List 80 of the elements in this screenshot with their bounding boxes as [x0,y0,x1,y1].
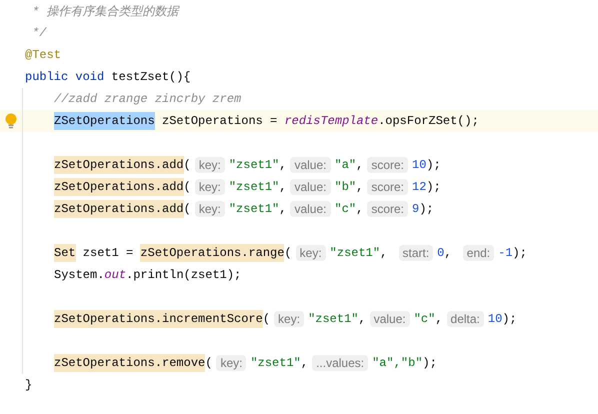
string-literal: "zset1" [228,158,280,172]
highlighted-usage: zSetOperations.add [54,178,184,196]
code-text: , [444,246,453,260]
code-text: ); [422,356,437,370]
code-text: .println(zset1); [126,268,242,282]
parameter-hint: key: [274,311,304,327]
parameter-hint: value: [290,201,330,217]
code-text: ); [426,180,441,194]
code-text: , [356,158,364,172]
code-text: ( [284,246,292,260]
parameter-hint: key: [194,201,225,217]
code-text: } [25,378,32,392]
parameter-hint: ...values: [312,355,368,371]
code-text: ( [184,158,191,172]
highlighted-usage: zSetOperations.remove [54,354,206,372]
parameter-hint: start: [398,245,434,261]
highlighted-usage: zSetOperations.incrementScore [54,310,263,328]
string-literal: "zset1" [228,180,280,194]
code-text: , [356,202,364,216]
field-name: out [104,268,126,282]
code-text: ( [205,356,212,370]
number-literal: 9 [412,202,420,216]
code-text: ); [502,312,517,326]
code-comment: */ [32,26,46,40]
code-text: ); [426,158,441,172]
string-literal: "zset1" [250,356,301,370]
highlighted-usage: Set [54,244,76,262]
highlighted-usage: zSetOperations.add [54,156,184,174]
parameter-hint: delta: [446,311,484,327]
highlighted-usage: zSetOperations.add [54,200,184,218]
code-text: zset1 = [82,246,134,260]
code-comment: //zadd zrange zincrby zrem [54,92,242,106]
code-text: , [380,246,388,260]
code-text: .opsForZSet(); [378,114,479,128]
code-text: , [300,356,308,370]
parameter-hint: value: [370,311,410,327]
code-text: zSetOperations = [161,114,278,128]
code-text: ( [262,312,270,326]
code-text: ( [184,180,191,194]
code-text: ( [184,202,191,216]
code-text: , [356,180,364,194]
lightbulb-icon[interactable] [5,113,17,129]
code-text: , [358,312,366,326]
parameter-hint: key: [296,245,326,261]
code-text: System. [54,268,104,282]
parameter-hint: key: [194,179,225,195]
string-literal: "zset1" [228,202,280,216]
string-literal: "zset1" [330,246,380,260]
string-literal: "a","b" [372,356,423,370]
code-text: ); [512,246,527,260]
number-literal: -1 [498,246,513,260]
number-literal: 10 [412,158,426,172]
code-text: , [279,158,286,172]
field-name: redisTemplate [284,114,378,128]
code-text: ); [419,202,434,216]
parameter-hint: key: [216,355,246,371]
code-text: , [435,312,443,326]
code-comment: * 操作有序集合类型的数据 [32,4,178,20]
string-literal: "a" [334,158,356,172]
string-literal: "c" [334,202,356,216]
keyword: public void [25,70,104,84]
code-text: , [279,180,286,194]
string-literal: "b" [334,180,356,194]
parameter-hint: value: [290,157,330,173]
parameter-hint: score: [367,201,408,217]
parameter-hint: end: [462,245,494,261]
string-literal: "zset1" [308,312,358,326]
number-literal: 10 [488,312,502,326]
number-literal: 0 [437,246,444,260]
annotation: @Test [25,48,62,62]
code-text: , [279,202,286,216]
parameter-hint: score: [367,157,408,173]
code-text: testZset(){ [110,70,191,84]
number-literal: 12 [412,180,426,194]
highlighted-usage: zSetOperations.range [140,244,284,262]
parameter-hint: value: [290,179,330,195]
parameter-hint: key: [194,157,225,173]
selected-text: ZSetOperations [54,112,155,130]
parameter-hint: score: [367,179,408,195]
string-literal: "c" [414,312,436,326]
